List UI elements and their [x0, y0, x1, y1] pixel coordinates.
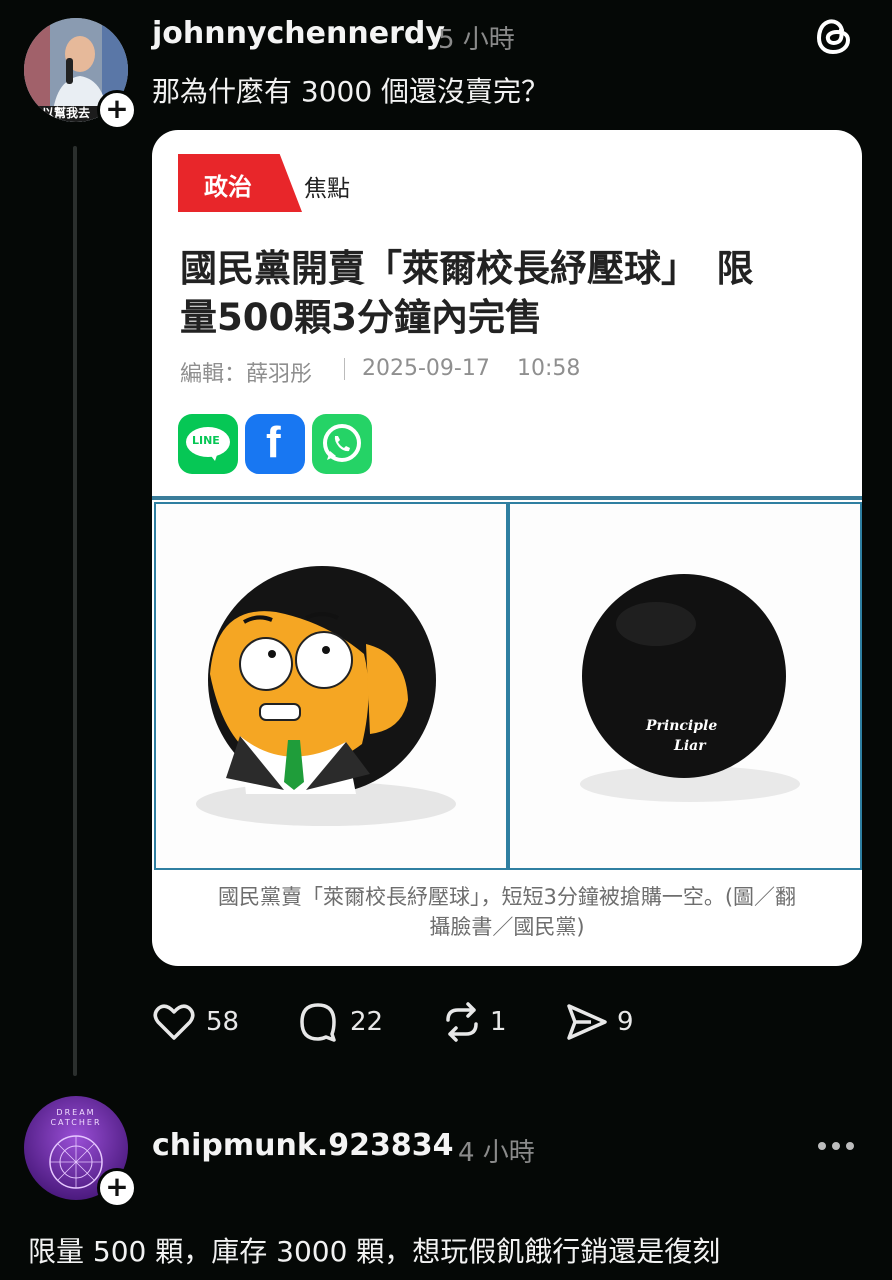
repost-button[interactable]: 1	[440, 1000, 530, 1044]
avatar-banner-text: 以幫我去	[42, 106, 91, 120]
share-icon	[567, 1004, 607, 1040]
news-article-card[interactable]: 政治 焦點 國民黨開賣「萊爾校長紓壓球」 限 量500顆3分鐘內完售 編輯：薛羽…	[152, 130, 862, 966]
share-count: 9	[617, 1007, 634, 1037]
line-share-button[interactable]: LINE	[178, 414, 238, 474]
follow-plus-button[interactable]: +	[97, 90, 137, 130]
repost-count: 1	[490, 1007, 507, 1037]
like-count: 58	[206, 1007, 240, 1037]
more-icon[interactable]	[814, 1136, 858, 1156]
headline-line-1: 國民黨開賣「萊爾校長紓壓球」 限	[180, 247, 754, 290]
avatar-text-catcher: CATCHER	[50, 1118, 102, 1127]
reply-text: 限量 500 顆，庫存 3000 顆，想玩假飢餓行銷還是復刻	[28, 1235, 721, 1268]
comment-icon	[300, 1003, 336, 1042]
line-bubble-tail	[208, 452, 218, 461]
thread-connector-line	[73, 146, 77, 1076]
whatsapp-icon	[323, 424, 361, 462]
whatsapp-share-button[interactable]	[312, 414, 372, 474]
reply-count: 22	[350, 1007, 384, 1037]
article-time: 10:58	[517, 356, 581, 381]
post-author-name[interactable]: johnnychennerdy	[152, 16, 445, 51]
image-caption-line-1: 國民黨賣「萊爾校長紓壓球」，短短3分鐘被搶購一空。(圖／翻	[217, 885, 797, 909]
facebook-share-button[interactable]: f	[245, 414, 305, 474]
reply-time: 4 小時	[458, 1138, 535, 1168]
stress-ball-face-illustration	[196, 566, 456, 826]
image-caption-line-2: 攝臉書／國民黨)	[429, 915, 585, 939]
article-date: 2025-09-17	[362, 356, 490, 381]
heart-icon	[153, 1004, 195, 1040]
ball-image-front[interactable]	[154, 502, 508, 870]
image-divider-top	[152, 496, 862, 500]
category-label: 政治	[204, 173, 252, 201]
stress-ball-back-illustration	[580, 574, 800, 802]
avatar-text-dream: DREAM	[56, 1108, 96, 1117]
facebook-f-icon: f	[266, 418, 281, 467]
ball-image-back[interactable]: Principle Liar	[508, 502, 862, 870]
article-editor: 編輯：薛羽彤	[180, 362, 313, 387]
post-text: 那為什麼有 3000 個還沒賣完？	[152, 75, 550, 108]
reply-author-name[interactable]: chipmunk.923834	[152, 1128, 453, 1163]
ball-print-text-line-2: Liar	[674, 738, 706, 754]
ball-print-text-line-1: Principle	[646, 718, 718, 734]
post-time: 5 小時	[438, 25, 515, 55]
subcategory-label: 焦點	[304, 176, 350, 202]
reply-button[interactable]: 22	[296, 1000, 396, 1044]
like-button[interactable]: 58	[152, 1000, 252, 1044]
share-button[interactable]: 9	[565, 1000, 655, 1044]
threads-icon[interactable]	[812, 14, 856, 58]
repost-icon	[446, 1002, 478, 1042]
headline-line-2: 量500顆3分鐘內完售	[180, 296, 542, 339]
line-share-label: LINE	[192, 434, 220, 447]
reply-follow-plus-button[interactable]: +	[97, 1168, 137, 1208]
meta-divider	[344, 358, 345, 380]
